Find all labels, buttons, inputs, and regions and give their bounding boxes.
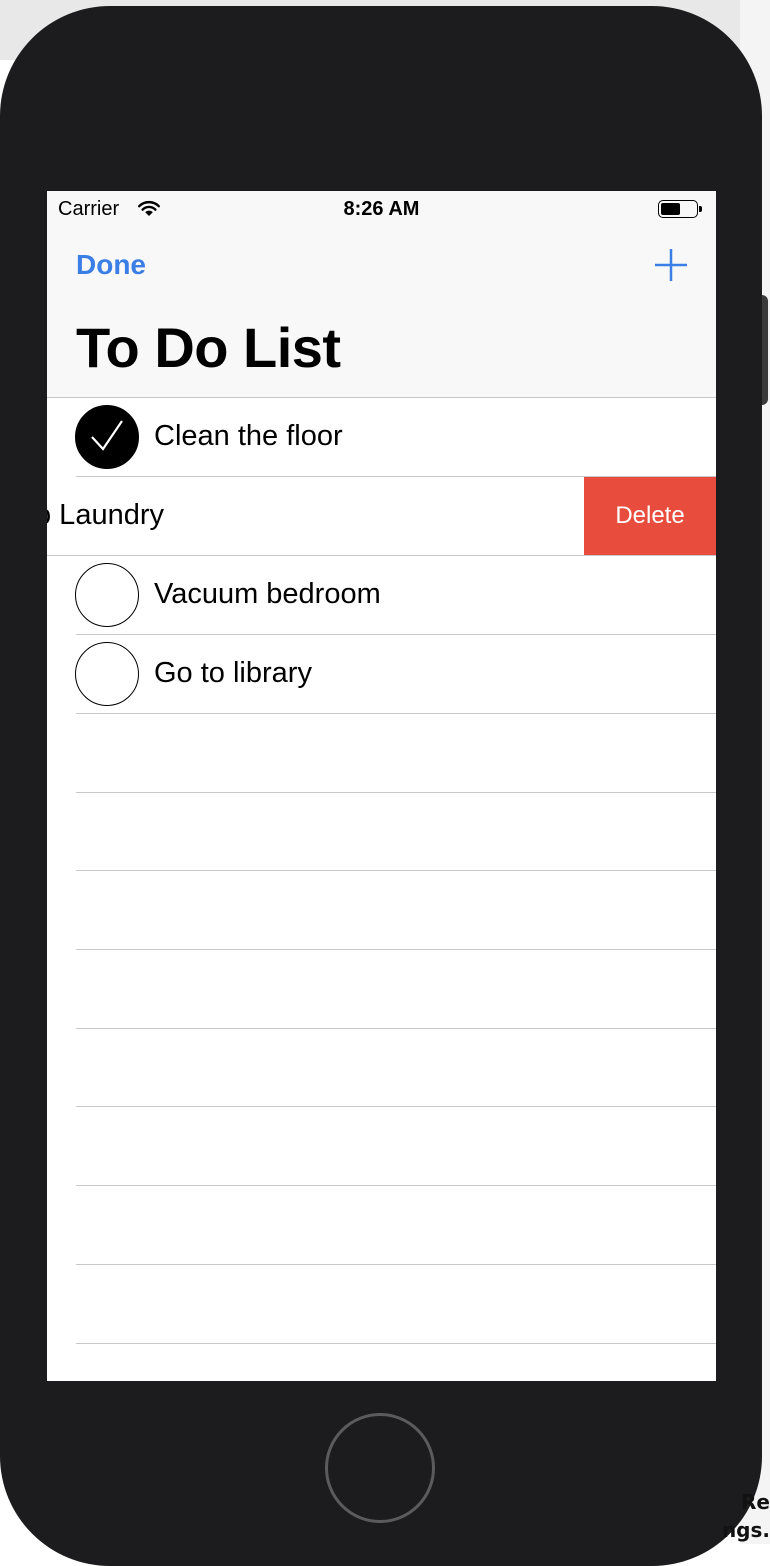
empty-row-divider (76, 1343, 716, 1344)
todo-row[interactable]: Go to library (47, 635, 716, 714)
delete-button[interactable]: Delete (584, 477, 716, 555)
todo-row-swiped[interactable]: o Laundry Delete (47, 477, 716, 556)
page-title: To Do List (76, 316, 341, 379)
phone-screen: Carrier 8:26 AM Done To Do List Clean th… (47, 191, 716, 1381)
todo-label: Go to library (154, 657, 312, 689)
todo-row[interactable]: Clean the floor (47, 398, 716, 477)
empty-row-divider (76, 1106, 716, 1107)
status-bar: Carrier 8:26 AM (47, 191, 716, 231)
checkmark-icon[interactable] (75, 405, 139, 469)
desktop-text-line: ngs. (721, 1518, 770, 1542)
phone-bezel: Carrier 8:26 AM Done To Do List Clean th… (0, 6, 762, 1566)
empty-row-divider (76, 1028, 716, 1029)
todo-label: Vacuum bedroom (154, 578, 381, 610)
circle-icon[interactable] (75, 642, 139, 706)
empty-row-divider (76, 1185, 716, 1186)
empty-row-divider (76, 792, 716, 793)
empty-row-divider (76, 870, 716, 871)
desktop-text-line: Re (741, 1490, 770, 1514)
circle-icon[interactable] (75, 563, 139, 627)
todo-label: Clean the floor (154, 420, 343, 452)
home-button[interactable] (325, 1413, 435, 1523)
add-icon[interactable] (651, 245, 691, 285)
status-time: 8:26 AM (343, 198, 420, 220)
row-divider (76, 713, 716, 714)
empty-row-divider (76, 1264, 716, 1265)
todo-label: o Laundry (47, 499, 164, 531)
todo-row[interactable]: Vacuum bedroom (47, 556, 716, 635)
empty-row-divider (76, 949, 716, 950)
battery-icon (658, 200, 702, 218)
desktop-background-text: Re ngs. (690, 1488, 770, 1544)
navigation-bar: Done To Do List (47, 231, 716, 398)
done-button[interactable]: Done (76, 249, 146, 281)
